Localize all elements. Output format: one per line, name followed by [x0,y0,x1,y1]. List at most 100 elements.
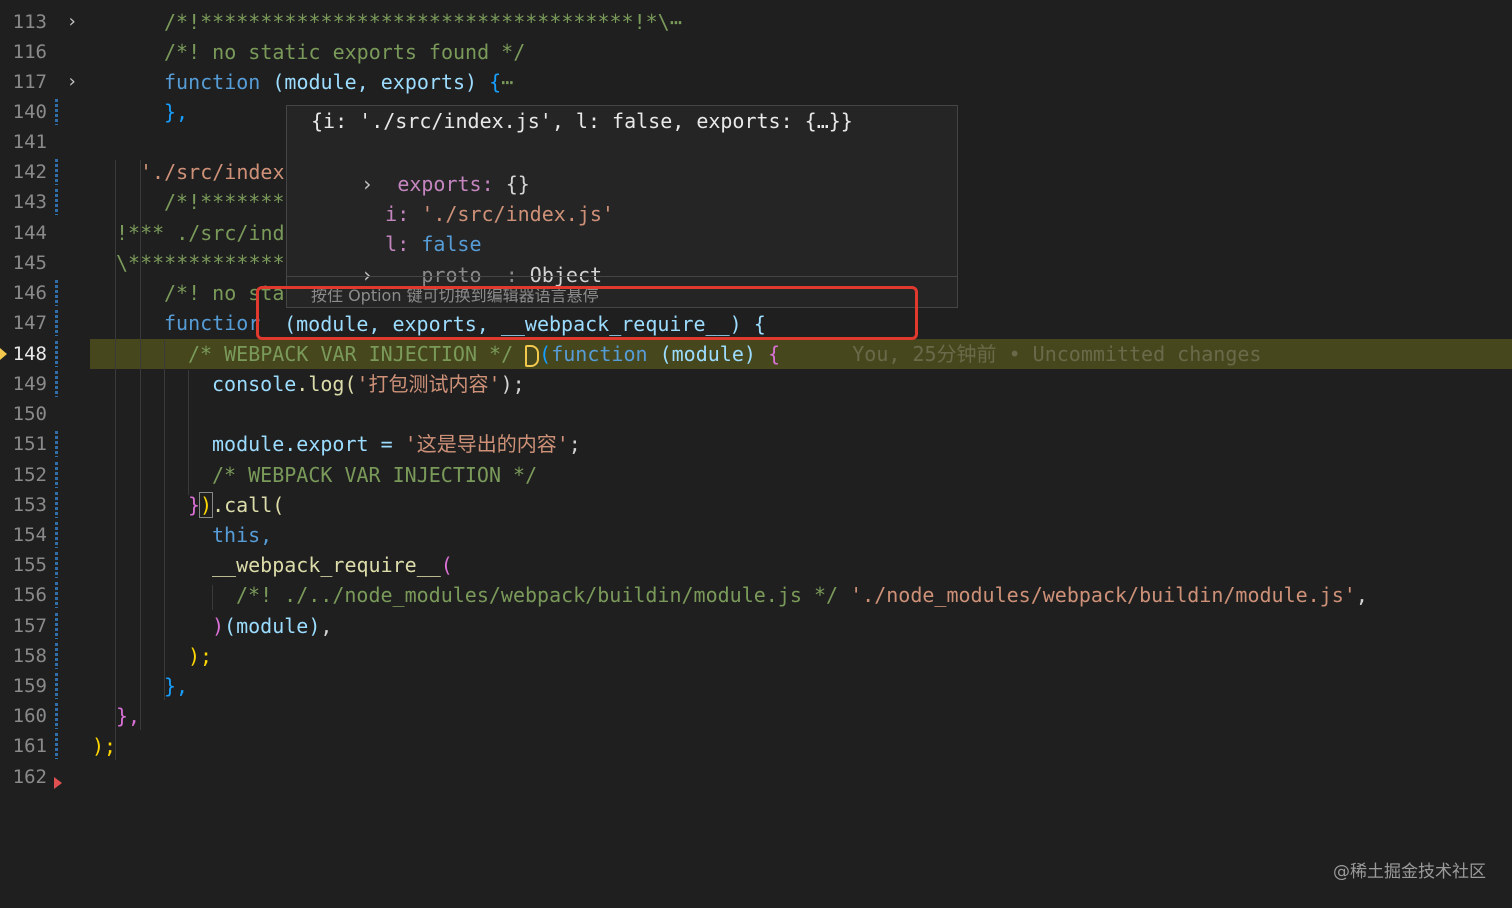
code-line-152[interactable]: 152 /* WEBPACK VAR INJECTION */ [0,460,1512,490]
line-number: 158 [12,645,47,667]
line-number: 147 [12,312,47,334]
git-blame-annotation: You, 25分钟前 • Uncommitted changes [852,342,1262,366]
code-brace: ) [212,614,225,638]
code-string: './node_modules/webpack/buildin/module.j… [850,583,1356,607]
code-line-148-current[interactable]: 148 /* WEBPACK VAR INJECTION */ (functio… [0,339,1512,369]
line-number: 149 [12,373,47,395]
git-change-bar [55,371,58,397]
code-line-161[interactable]: 161 ); [0,731,1512,761]
code-keyword: this, [212,523,273,547]
git-change-bar [55,492,58,518]
code-text: ); [92,734,117,758]
line-number: 160 [12,705,47,727]
chevron-right-icon[interactable]: › [62,72,82,92]
line-number: 146 [12,282,47,304]
line-number: 162 [12,766,47,788]
code-line-159[interactable]: 159 }, [0,671,1512,701]
hover-item-l[interactable]: l: false [337,199,1007,256]
deleted-lines-marker-icon[interactable] [54,777,62,789]
code-line-153[interactable]: 153 }).call( [0,490,1512,520]
hover-item-i[interactable]: i: './src/index.js' [337,169,1007,226]
code-text: ); [500,372,525,396]
line-number: 157 [12,615,47,637]
code-text: './src/index [140,160,285,184]
code-text: ; [568,432,581,456]
line-number: 150 [12,403,47,425]
red-highlight-box [256,286,918,340]
git-change-bar [55,703,58,729]
line-number: 117 [12,71,47,93]
git-change-bar [55,673,58,699]
code-brace: } [188,493,201,517]
code-brace: { [755,342,780,366]
line-number: 154 [12,524,47,546]
git-change-bar [55,310,58,336]
line-number: 159 [12,675,47,697]
line-number: 145 [12,252,47,274]
line-number: 161 [12,735,47,757]
code-line-155[interactable]: 155 __webpack_require__( [0,550,1512,580]
code-args: (module, exports) [272,70,478,94]
git-change-bar [55,189,58,215]
code-text: .log( [296,372,357,396]
code-line-158[interactable]: 158 ); [0,641,1512,671]
indent-guide [212,585,213,610]
code-text: console [212,372,297,396]
debug-hover-widget[interactable]: {i: './src/index.js', l: false, exports:… [286,105,958,308]
code-line-162[interactable]: 162 [0,762,1512,792]
code-line-156[interactable]: 156 /*! ./../node_modules/webpack/buildi… [0,580,1512,610]
line-number: 140 [12,101,47,123]
line-number: 151 [12,433,47,455]
code-string: '这是导出的内容' [404,432,569,456]
git-change-bar [55,552,58,578]
code-keyword: function [164,70,261,94]
line-number: 113 [12,11,47,33]
code-text: , [320,614,333,638]
line-number: 116 [12,41,47,63]
code-line-116[interactable]: 116 /*! no static exports found */ [0,37,1512,67]
code-line-157[interactable]: 157 )(module), [0,611,1512,641]
git-change-bar [55,462,58,488]
code-comment: /* WEBPACK VAR INJECTION */ [188,342,514,366]
indent-guide [115,160,116,760]
code-keyword: function [551,342,648,366]
git-change-bar [55,613,58,639]
code-line-160[interactable]: 160 }, [0,701,1512,731]
hover-item-proto[interactable]: › __proto__: Object [313,230,983,287]
code-text: __webpack_require__ [212,553,441,577]
code-line-150[interactable]: 150 [0,399,1512,429]
code-brace: { [477,70,502,94]
code-text: .call( [212,493,285,517]
breakpoint-cursor-icon[interactable] [525,344,540,367]
code-line-151[interactable]: 151 module.export = '这是导出的内容'; [0,429,1512,459]
git-change-bar [55,159,58,185]
hover-divider [287,276,957,277]
code-text: , [1355,583,1368,607]
indent-guide [188,370,189,495]
code-text: \************* [116,251,285,275]
chevron-right-icon[interactable]: › [62,12,82,32]
code-text: /*!************************************!… [164,10,670,34]
code-text: }, [116,704,141,728]
git-change-bar [55,280,58,306]
git-change-bar [55,99,58,125]
hover-header: {i: './src/index.js', l: false, exports:… [311,109,853,133]
line-number: 141 [12,131,47,153]
line-number: 142 [12,161,47,183]
code-line-113[interactable]: 113 › /*!*******************************… [0,7,1512,37]
git-change-bar [55,431,58,457]
code-text: ); [188,644,213,668]
hover-item-exports[interactable]: › exports: {} [313,139,983,196]
code-line-117[interactable]: 117 › function (module, exports) {⋯ [0,67,1512,97]
ellipsis-icon[interactable]: ⋯ [501,70,513,94]
line-number: 152 [12,464,47,486]
code-line-154[interactable]: 154 this, [0,520,1512,550]
git-change-bar [55,582,58,608]
code-comment: /* WEBPACK VAR INJECTION */ [212,463,538,487]
ellipsis-icon[interactable]: ⋯ [670,10,682,34]
git-change-bar [55,341,58,367]
code-line-149[interactable]: 149 console.log('打包测试内容'); [0,369,1512,399]
code-text: (module) [224,614,321,638]
code-args: (module) [659,342,756,366]
code-text: /*! no static exports found */ [164,40,526,64]
